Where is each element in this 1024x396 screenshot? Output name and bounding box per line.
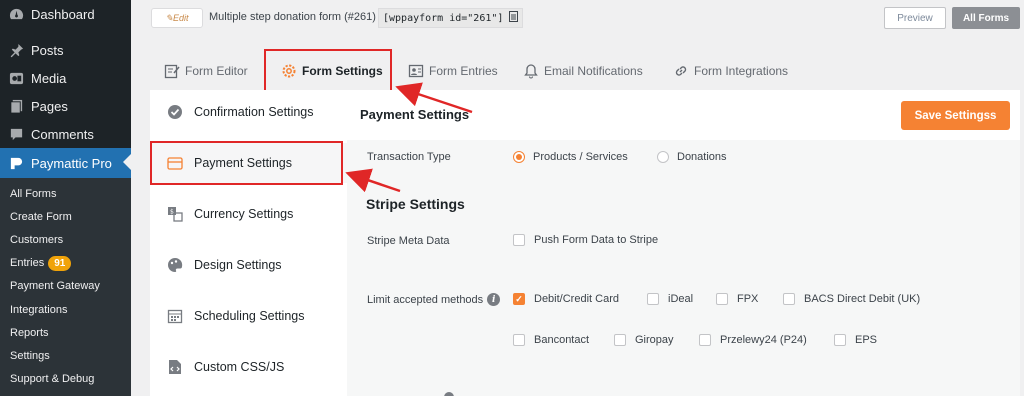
annotation-arrows [345, 82, 473, 193]
arrow-to-payment-settings [345, 168, 401, 193]
arrow-to-form-settings-tab [395, 82, 473, 114]
